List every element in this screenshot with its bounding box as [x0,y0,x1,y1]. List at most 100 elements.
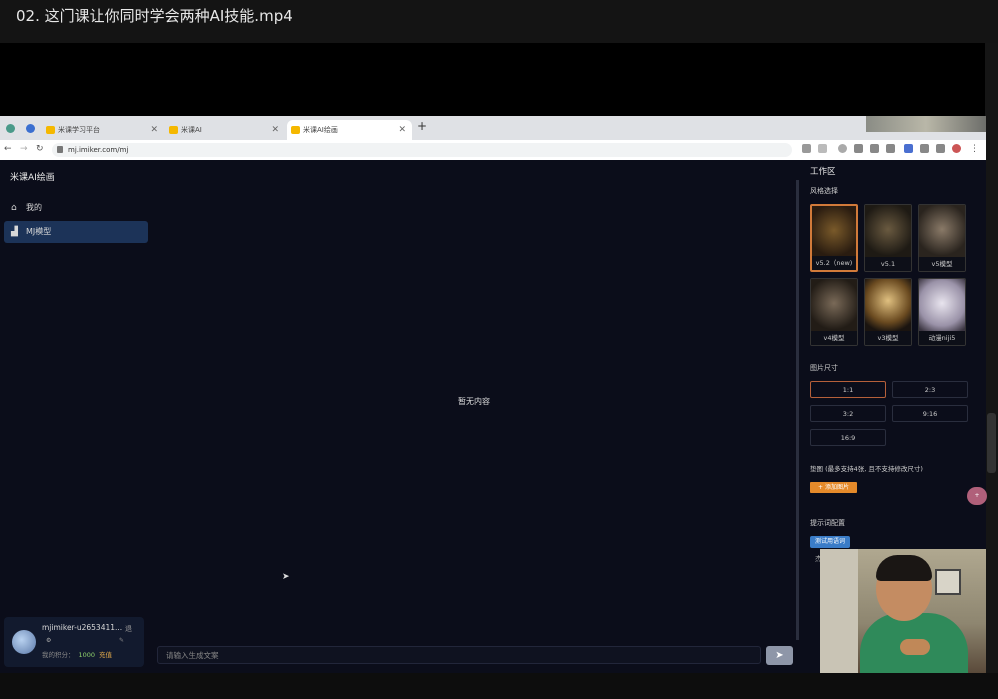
presenter-hands [900,639,930,655]
recharge-link[interactable]: 充值 [99,651,112,659]
floating-action-button[interactable]: + [967,487,987,505]
points-row: 我的积分： 1000 充值 [42,649,112,659]
style-preview-image [865,279,911,333]
sidebar-item-label: MJ模型 [26,227,52,236]
app-logo: 米课AI绘画 [10,173,55,183]
extension-icon[interactable] [838,144,847,153]
sidebar-item-label: 我的 [26,203,42,212]
points-label: 我的积分： [42,651,75,659]
sidebar-item-mine[interactable]: ⌂ 我的 [4,197,148,219]
extension-icon[interactable] [886,144,895,153]
content-scrollbar[interactable] [796,180,799,640]
prompt-input[interactable]: 请输入生成文案 [157,646,761,664]
mouse-cursor-icon: ➤ [282,572,290,582]
puzzle-icon[interactable] [920,144,929,153]
webcam-picture-frame [935,569,961,595]
sidebar: 米课AI绘画 ⌂ 我的 ▟ MJ模型 mjimiker-u2653411... … [0,160,155,673]
tab-ai-painting[interactable]: 米课AI绘画 ✕ [287,120,412,140]
share-icon[interactable] [802,144,811,153]
player-bottom-bar [0,673,998,699]
style-preview-image [865,205,911,259]
prompt-section-title: 提示词配置 [810,519,845,527]
gear-icon[interactable]: ⚙ [46,637,51,644]
edit-icon[interactable]: ✎ [119,637,124,644]
profile-icon[interactable] [952,144,961,153]
url-text: mj.imiker.com/mj [68,146,129,154]
forward-icon[interactable]: → [20,144,28,154]
style-card-v5[interactable]: v5模型 [918,204,966,272]
style-label: v4模型 [811,331,857,345]
close-icon[interactable]: ✕ [150,120,158,140]
extension-icon[interactable] [854,144,863,153]
style-preview-image [812,206,856,260]
more-icon[interactable]: ⋮ [970,144,979,154]
tab-label: 米课AI绘画 [303,126,338,134]
sidebar-icon[interactable] [936,144,945,153]
back-icon[interactable]: ← [4,144,12,154]
size-option[interactable]: 3:2 [810,405,886,422]
test-prompt-button[interactable]: 测试用语词 [810,536,850,548]
style-preview-image [919,279,965,333]
webcam-overlay [820,549,986,673]
address-bar: ← → ↻ mj.imiker.com/mj ⋮ [0,140,986,161]
style-label: v5.2（new) [812,256,856,270]
size-option[interactable]: 2:3 [892,381,968,398]
style-label: v5模型 [919,257,965,271]
page-scrollbar[interactable] [985,43,998,673]
style-section-title: 风格选择 [810,187,838,195]
tab-label: 米课学习平台 [58,126,100,134]
style-label: v3模型 [865,331,911,345]
send-icon: ➤ [775,650,784,661]
main-content: 暂无内容 ➤ 请输入生成文案 ➤ [155,160,799,673]
tab-bar: 米课学习平台 ✕ 米课AI ✕ 米课AI绘画 ✕ + [0,116,986,140]
close-icon[interactable]: ✕ [398,120,406,140]
translate-icon[interactable] [904,144,913,153]
tab-miker-ai[interactable]: 米课AI ✕ [165,120,285,140]
empty-state: 暂无内容 [458,397,490,406]
close-icon[interactable]: ✕ [271,120,279,140]
points-value: 1000 [78,651,96,659]
extension-icon[interactable] [6,124,15,133]
size-section-title: 图片尺寸 [810,364,838,372]
reload-icon[interactable]: ↻ [36,144,44,154]
camera-overlay-strip [866,116,986,132]
pad-section-title: 垫图 (最多支持4张, 且不支持修改尺寸) [810,465,923,473]
style-label: 动漫niji5 [919,331,965,345]
style-card-v52[interactable]: v5.2（new) [810,204,858,272]
avatar[interactable] [12,630,36,654]
size-option[interactable]: 9:16 [892,405,968,422]
tab-search-icon[interactable] [26,124,35,133]
miker-favicon [46,126,55,134]
size-option[interactable]: 16:9 [810,429,886,446]
home-icon: ⌂ [11,203,17,213]
size-option[interactable]: 1:1 [810,381,886,398]
url-input[interactable]: mj.imiker.com/mj [52,143,792,157]
miker-favicon [291,126,300,134]
style-label: v5.1 [865,257,911,271]
star-icon[interactable] [818,144,827,153]
tab-learning-platform[interactable]: 米课学习平台 ✕ [42,120,164,140]
pen-icon[interactable] [870,144,879,153]
chart-icon: ▟ [11,227,18,237]
style-card-v3[interactable]: v3模型 [864,278,912,346]
scrollbar-thumb[interactable] [987,413,996,473]
send-button[interactable]: ➤ [766,646,793,665]
lock-icon [57,146,63,153]
style-preview-image [811,279,857,333]
username: mjimiker-u2653411... [42,623,123,632]
webcam-window [820,549,858,673]
style-preview-image [919,205,965,259]
presenter-hair [876,555,932,581]
video-title: 02. 这门课让你同时学会两种AI技能.mp4 [0,0,998,43]
style-card-niji5[interactable]: 动漫niji5 [918,278,966,346]
style-card-v4[interactable]: v4模型 [810,278,858,346]
panel-title: 工作区 [810,167,836,177]
tab-label: 米课AI [181,126,202,134]
sidebar-item-mj-model[interactable]: ▟ MJ模型 [4,221,148,243]
style-card-v51[interactable]: v5.1 [864,204,912,272]
new-tab-icon[interactable]: + [417,119,427,133]
user-card: mjimiker-u2653411... 退 ⚙ ✎ 我的积分： 1000 充值 [4,617,144,667]
logout-button[interactable]: 退 [125,624,132,634]
add-image-button[interactable]: + 添加图片 [810,482,857,493]
miker-favicon [169,126,178,134]
